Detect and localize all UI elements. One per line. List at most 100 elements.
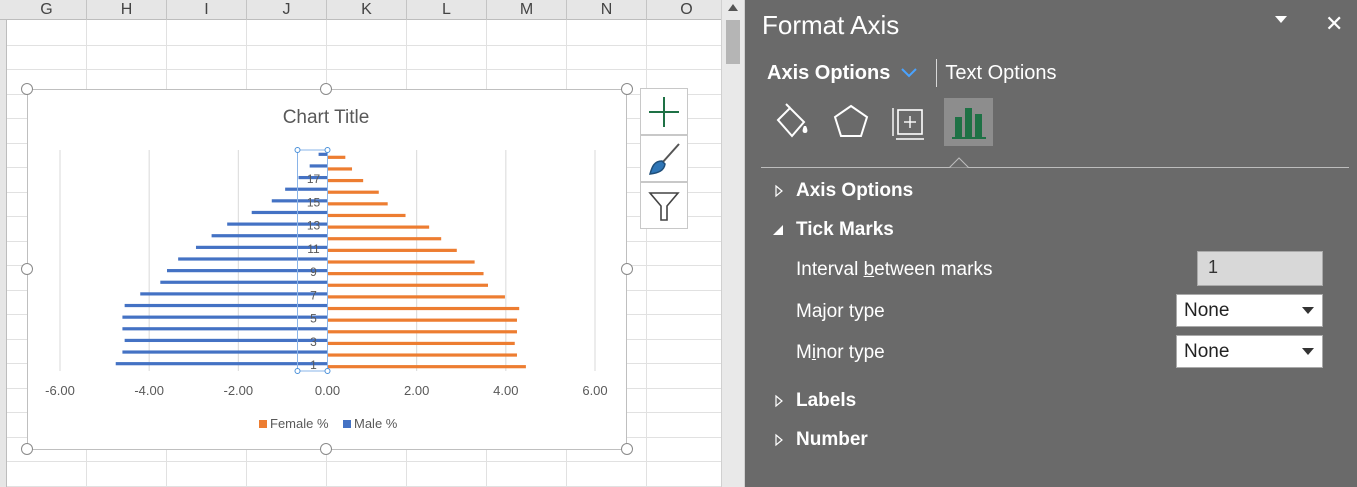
- chart-resize-handle[interactable]: [21, 443, 33, 455]
- chevron-right-icon: [775, 184, 783, 198]
- row-header-bar: [0, 20, 7, 487]
- section-labels[interactable]: Labels: [773, 390, 856, 412]
- major-type-select[interactable]: None: [1176, 294, 1323, 327]
- y-tick-label: 17: [307, 172, 321, 186]
- format-axis-pane: Format Axis ✕ Axis Options Text Options: [745, 0, 1357, 487]
- chart-filters-button[interactable]: [640, 182, 688, 229]
- column-header-l[interactable]: L: [407, 0, 487, 20]
- male-bar: [285, 187, 328, 191]
- options-tabs: Axis Options Text Options: [767, 58, 1057, 88]
- scroll-up-arrow-icon[interactable]: [728, 4, 738, 11]
- chart-area[interactable]: 1 3 5 7 9 11 13 15 17 -6.00 -4.00 -2.00 0.00 2.00 4.00…: [27, 89, 627, 450]
- interval-between-marks-label: Interval between marks: [796, 259, 993, 280]
- chart-title[interactable]: Chart Title: [283, 107, 370, 128]
- chart-resize-handle[interactable]: [621, 263, 633, 275]
- x-tick-label: 6.00: [582, 383, 607, 398]
- x-tick-label: -4.00: [134, 383, 164, 398]
- chart-resize-handle[interactable]: [21, 263, 33, 275]
- chart-styles-button[interactable]: [640, 135, 688, 182]
- chart-resize-handle[interactable]: [621, 443, 633, 455]
- chart-resize-handle[interactable]: [320, 83, 332, 95]
- interval-between-marks-input[interactable]: 1: [1197, 251, 1323, 286]
- size-properties-tab[interactable]: [885, 98, 934, 146]
- male-bar: [122, 350, 328, 354]
- chevron-down-icon[interactable]: [900, 67, 918, 79]
- female-bar: [327, 283, 488, 287]
- axis-selection-handle: [324, 147, 331, 153]
- female-bar: [327, 237, 442, 241]
- grid-line: [7, 461, 721, 462]
- pane-options-dropdown-icon[interactable]: [1275, 16, 1287, 23]
- grid-line: [7, 45, 721, 46]
- column-header-j[interactable]: J: [247, 0, 327, 20]
- chart-resize-handle[interactable]: [621, 83, 633, 95]
- chart-plot[interactable]: 1357911131517-6.00 -4.00 -2.00 0.00 2.00 4.00…: [28, 90, 628, 451]
- female-bar: [327, 202, 388, 206]
- x-tick-label: -2.00: [224, 383, 254, 398]
- column-header-g[interactable]: G: [7, 0, 87, 20]
- y-tick-label: 5: [310, 312, 317, 326]
- section-number-label: Number: [796, 429, 868, 450]
- plus-icon: [649, 96, 679, 127]
- scrollbar-thumb[interactable]: [726, 20, 740, 64]
- axis-selection-handle: [294, 147, 301, 153]
- dropdown-arrow-icon: [1302, 348, 1314, 355]
- y-tick-label: 15: [307, 195, 321, 209]
- worksheet[interactable]: GHIJKLMNO 1 3 5 7 9 11 13 15 17 -6.00 -4.00 -2.00 0.…: [0, 0, 721, 487]
- female-bar: [327, 248, 457, 252]
- x-tick-label: 4.00: [493, 383, 518, 398]
- y-tick-label: 3: [310, 335, 317, 349]
- column-header-o[interactable]: O: [647, 0, 721, 20]
- chart-resize-handle[interactable]: [320, 443, 332, 455]
- section-tick-marks[interactable]: Tick Marks: [773, 219, 894, 241]
- x-tick-label: 2.00: [404, 383, 429, 398]
- chevron-expanded-icon: [773, 225, 783, 235]
- female-bar: [327, 318, 517, 322]
- tab-axis-options[interactable]: Axis Options: [767, 62, 890, 85]
- close-icon[interactable]: ✕: [1325, 11, 1343, 37]
- chart-resize-handle[interactable]: [21, 83, 33, 95]
- tab-separator: [936, 59, 938, 87]
- female-bar: [327, 178, 364, 183]
- column-header-i[interactable]: I: [167, 0, 247, 20]
- male-bar: [178, 257, 328, 261]
- chart-elements-button[interactable]: [640, 88, 688, 135]
- minor-type-select[interactable]: None: [1176, 335, 1323, 368]
- vertical-scrollbar[interactable]: [721, 0, 745, 487]
- column-header-bar: GHIJKLMNO: [0, 0, 721, 20]
- section-number[interactable]: Number: [773, 429, 868, 451]
- female-bar: [327, 260, 475, 264]
- male-bar: [122, 315, 328, 319]
- minor-type-label: Minor type: [796, 342, 885, 363]
- female-bar: [327, 365, 526, 369]
- tab-text-options[interactable]: Text Options: [945, 62, 1056, 85]
- y-tick-label: 1: [310, 358, 317, 372]
- x-tick-label: 0.00: [315, 383, 340, 398]
- female-bar: [327, 295, 505, 299]
- effects-icon: [833, 104, 868, 137]
- column-header-h[interactable]: H: [87, 0, 167, 20]
- female-bar: [327, 330, 517, 334]
- female-bar: [327, 272, 484, 276]
- dropdown-arrow-icon: [1302, 307, 1314, 314]
- excel-window: GHIJKLMNO 1 3 5 7 9 11 13 15 17 -6.00 -4.00 -2.00 0.…: [0, 0, 1357, 487]
- column-header-n[interactable]: N: [567, 0, 647, 20]
- fill-line-tab[interactable]: [767, 98, 816, 146]
- axis-options-tab[interactable]: [944, 98, 993, 146]
- section-axis-options[interactable]: Axis Options: [773, 180, 913, 202]
- fill-line-icon: [776, 103, 807, 138]
- column-header-k[interactable]: K: [327, 0, 407, 20]
- section-axis-options-label: Axis Options: [796, 180, 914, 201]
- paintbrush-icon: [648, 142, 680, 175]
- grid-line: [7, 69, 721, 70]
- effects-tab[interactable]: [826, 98, 875, 146]
- female-bar: [327, 341, 515, 346]
- minor-type-value: None: [1184, 341, 1230, 362]
- x-tick-label: -6.00: [45, 383, 75, 398]
- pane-divider: [761, 167, 1349, 168]
- chevron-right-icon: [775, 433, 783, 447]
- legend-label: Male %: [354, 416, 398, 431]
- column-header-m[interactable]: M: [487, 0, 567, 20]
- axis-options-icon: [951, 108, 986, 139]
- female-bar: [327, 353, 517, 357]
